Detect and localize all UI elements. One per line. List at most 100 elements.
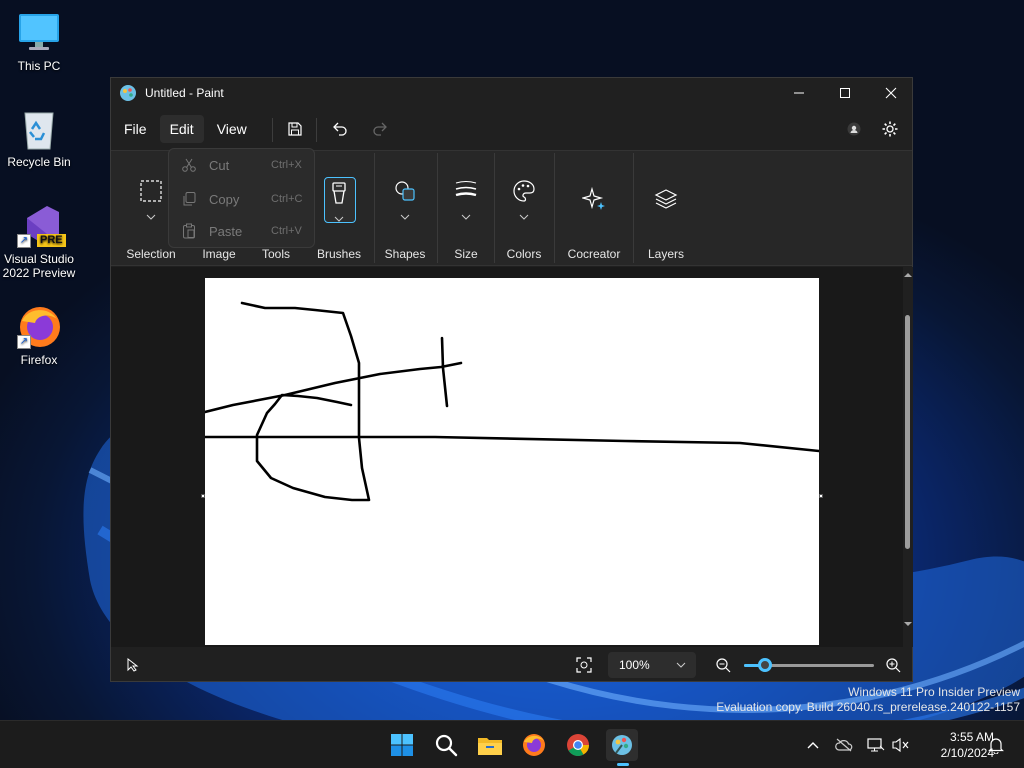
menu-item-cut[interactable]: Cut Ctrl+X <box>169 149 314 181</box>
chevron-up-icon <box>807 742 819 749</box>
drawn-stroke <box>203 361 463 414</box>
minimize-button[interactable] <box>776 78 822 108</box>
search-button[interactable] <box>430 729 462 761</box>
cocreator-sparkle-icon <box>582 187 605 210</box>
menu-file[interactable]: File <box>114 115 157 143</box>
drawn-stroke <box>240 301 371 502</box>
desktop-icon-recycle-bin[interactable]: Recycle Bin <box>0 107 79 169</box>
copy-icon <box>183 192 196 206</box>
undo-icon <box>333 122 347 136</box>
chevron-down-icon <box>334 216 344 222</box>
vertical-scrollbar[interactable] <box>903 267 913 647</box>
notifications-button[interactable] <box>986 735 1006 755</box>
zoom-slider[interactable] <box>744 658 874 672</box>
palette-icon <box>513 180 535 202</box>
close-button[interactable] <box>868 78 914 108</box>
menu-item-copy[interactable]: Copy Ctrl+C <box>169 183 314 215</box>
chevron-down-icon <box>146 214 156 220</box>
paint-taskbar-button[interactable] <box>606 729 638 761</box>
scrollbar-thumb[interactable] <box>905 315 910 549</box>
ribbon-divider <box>554 153 555 263</box>
title-bar[interactable]: Untitled - Paint <box>111 78 912 108</box>
search-icon <box>435 734 458 757</box>
scroll-down-arrow-icon[interactable] <box>903 620 913 628</box>
desktop-icon-this-pc[interactable]: This PC <box>0 11 79 73</box>
start-button[interactable] <box>386 729 418 761</box>
settings-button[interactable] <box>877 118 903 140</box>
account-icon <box>847 122 861 136</box>
chevron-down-icon <box>519 214 529 220</box>
group-label: Selection <box>126 247 176 261</box>
zoom-in-icon[interactable] <box>885 657 901 673</box>
group-layers[interactable]: Layers <box>636 151 696 267</box>
fit-to-window-icon[interactable] <box>575 656 593 674</box>
group-size[interactable]: Size <box>441 151 491 267</box>
menu-divider <box>272 118 273 142</box>
ribbon-divider <box>437 153 438 263</box>
desktop-icon-label: Recycle Bin <box>7 155 71 169</box>
menu-item-label: Cut <box>209 157 230 173</box>
group-cocreator[interactable]: Cocreator <box>557 151 631 267</box>
group-brushes[interactable]: Brushes <box>309 151 369 267</box>
maximize-button[interactable] <box>822 78 868 108</box>
canvas-resize-handle-left[interactable] <box>201 494 205 498</box>
account-button[interactable] <box>841 118 867 140</box>
ribbon-divider <box>374 153 375 263</box>
group-label: Shapes <box>384 247 426 261</box>
paint-window: Untitled - Paint File Edit View Selectio… <box>110 77 913 682</box>
save-button[interactable] <box>282 118 308 140</box>
network-button[interactable] <box>866 735 886 755</box>
menu-item-label: Copy <box>209 191 240 207</box>
group-label: Brushes <box>316 247 362 261</box>
menu-edit[interactable]: Edit <box>159 115 204 143</box>
chevron-down-icon <box>461 214 471 220</box>
cursor-position-icon <box>127 658 139 672</box>
volume-muted-icon <box>892 737 909 753</box>
undo-button[interactable] <box>327 118 353 140</box>
redo-button[interactable] <box>367 118 393 140</box>
volume-button[interactable] <box>891 735 911 755</box>
chevron-down-icon <box>676 662 686 668</box>
show-hidden-icons-button[interactable] <box>803 735 823 755</box>
desktop-icon-firefox[interactable]: ↗ Firefox <box>0 305 79 367</box>
zoom-slider-thumb[interactable] <box>757 658 772 672</box>
drawn-stroke <box>203 435 821 453</box>
group-shapes[interactable]: Shapes <box>377 151 433 267</box>
group-colors[interactable]: Colors <box>497 151 551 267</box>
taskbar: 3:55 AM 2/10/2024 <box>0 720 1024 768</box>
system-clock[interactable]: 3:55 AM 2/10/2024 <box>914 729 994 761</box>
menu-divider <box>316 118 317 142</box>
scroll-up-arrow-icon[interactable] <box>903 271 913 279</box>
canvas-drawing <box>203 301 821 502</box>
desktop-icon-label: Firefox <box>20 353 58 367</box>
onedrive-button[interactable] <box>834 735 854 755</box>
shortcut-arrow-icon: ↗ <box>17 335 31 349</box>
menu-item-label: Paste <box>209 223 243 239</box>
firefox-button[interactable] <box>518 729 550 761</box>
canvas-resize-handle-right[interactable] <box>819 494 823 498</box>
desktop-icon-visual-studio[interactable]: PRE ↗ Visual Studio 2022 Preview <box>0 204 79 280</box>
zoom-out-icon[interactable] <box>715 657 731 673</box>
group-label: Cocreator <box>567 247 621 261</box>
file-explorer-button[interactable] <box>474 729 506 761</box>
menu-item-shortcut: Ctrl+C <box>271 193 303 205</box>
watermark-line: Windows 11 Pro Insider Preview <box>848 685 1020 699</box>
clock-time: 3:55 AM <box>949 730 994 744</box>
clock-date: 2/10/2024 <box>940 746 994 760</box>
save-icon <box>288 122 302 136</box>
chrome-button[interactable] <box>562 729 594 761</box>
gear-icon <box>882 121 898 137</box>
drawing-canvas[interactable] <box>203 278 821 645</box>
menu-view[interactable]: View <box>207 115 257 143</box>
desktop-icon-label: Visual Studio 2022 Preview <box>2 252 76 280</box>
chevron-down-icon <box>400 214 410 220</box>
watermark-line: Evaluation copy. Build 26040.rs_prerelea… <box>716 700 1020 714</box>
evaluation-watermark: Windows 11 Pro Insider Preview Evaluatio… <box>716 685 1020 715</box>
zoom-level-dropdown[interactable]: 100% <box>608 652 696 678</box>
window-title: Untitled - Paint <box>145 86 224 100</box>
menu-item-paste[interactable]: Paste Ctrl+V <box>169 215 314 247</box>
edit-menu-dropdown: Cut Ctrl+X Copy Ctrl+C Paste Ctrl+V <box>168 148 315 248</box>
group-label: Tools <box>261 247 290 261</box>
shapes-icon <box>395 181 415 201</box>
paint-icon <box>612 735 632 755</box>
